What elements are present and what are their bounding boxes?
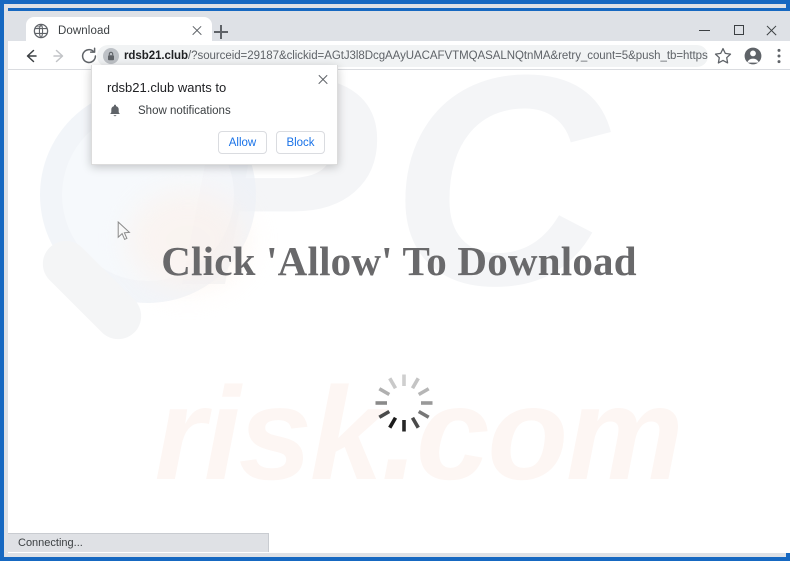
title-bar: Download [8, 8, 790, 44]
url-text: rdsb21.club/?sourceid=29187&clickid=AGtJ… [124, 50, 708, 62]
status-bubble: Connecting... [8, 533, 269, 552]
loading-spinner-icon [375, 374, 433, 432]
profile-avatar-icon[interactable] [742, 45, 764, 67]
new-tab-button[interactable] [210, 21, 232, 43]
address-bar[interactable]: rdsb21.club/?sourceid=29187&clickid=AGtJ… [97, 45, 708, 67]
page-headline: Click 'Allow' To Download [161, 238, 637, 284]
permission-option-row: Show notifications [107, 103, 231, 119]
close-tab-icon[interactable] [189, 23, 205, 39]
forward-icon [53, 49, 64, 63]
globe-icon [33, 23, 49, 38]
bell-icon [110, 104, 120, 117]
mouse-cursor [117, 221, 131, 241]
tab-title: Download [58, 24, 110, 37]
permission-dialog-title: rdsb21.club wants to [107, 80, 227, 95]
allow-button[interactable]: Allow [218, 131, 267, 154]
lock-icon[interactable] [103, 48, 119, 64]
permission-dialog-buttons: Allow Block [218, 131, 325, 154]
more-menu-icon[interactable] [768, 45, 790, 67]
permission-option-label: Show notifications [138, 105, 231, 117]
block-button[interactable]: Block [276, 131, 325, 154]
back-icon[interactable] [18, 44, 42, 68]
browser-tab[interactable]: Download [26, 17, 212, 44]
status-text: Connecting... [18, 537, 83, 549]
browser-window: Download rdsb21.club/?sourceid=29187&cli… [0, 0, 790, 561]
close-window-button[interactable] [753, 15, 790, 44]
notification-permission-dialog: rdsb21.club wants to Show notifications … [91, 65, 338, 165]
close-popup-icon[interactable] [314, 70, 332, 88]
bookmark-star-icon[interactable] [712, 45, 734, 67]
status-bar: Connecting... [8, 533, 790, 553]
